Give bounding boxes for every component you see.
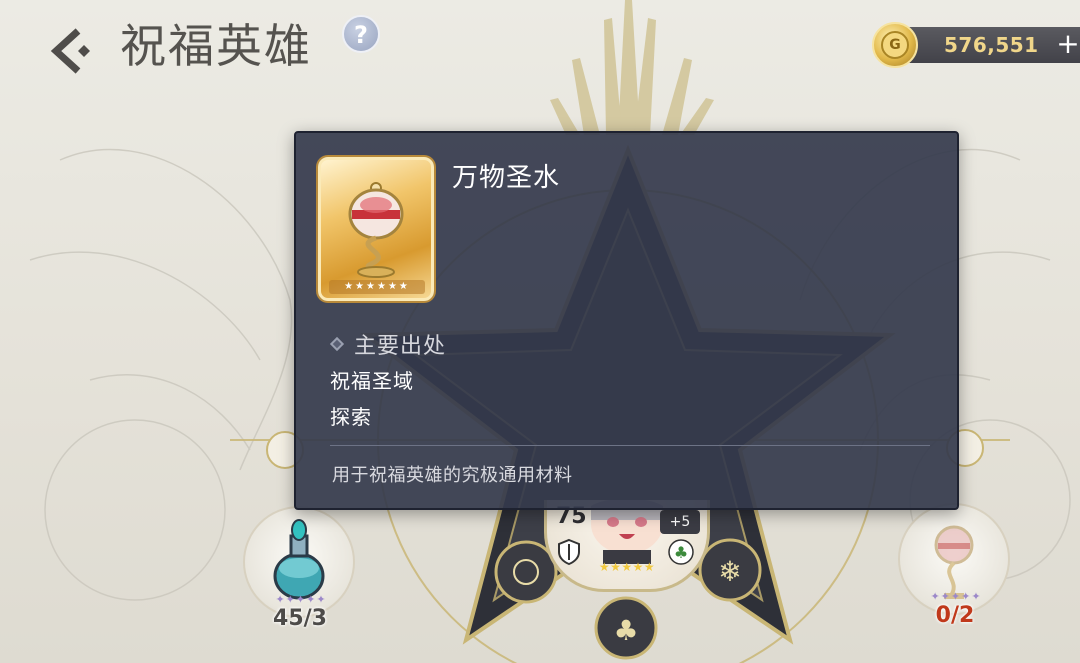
svg-text:♣: ♣: [674, 543, 688, 562]
source-link-explore[interactable]: 探索: [330, 401, 372, 430]
material-count: 0/2: [935, 603, 975, 628]
material-slot-potion[interactable]: ✦✦✦✦✦ 45/3: [243, 506, 355, 631]
material-slot-holy-water[interactable]: ✦✦✦✦✦ 0/2: [898, 503, 1010, 628]
hero-bonus-badge: +5: [660, 510, 700, 534]
item-tooltip[interactable]: ★★★★★★ 万物圣水 主要出处 祝福圣域 探索 用于祝福英雄的究极通用材料: [294, 131, 959, 510]
item-card: ★★★★★★: [318, 157, 434, 301]
slot-stars: ✦✦✦✦✦: [275, 593, 327, 606]
slot-stars: ✦✦✦✦✦: [930, 590, 982, 603]
gold-coin-icon: G: [872, 22, 918, 68]
add-gold-button[interactable]: +: [1056, 26, 1080, 62]
back-button[interactable]: [44, 24, 96, 78]
shield-icon: [558, 538, 580, 566]
divider: [330, 445, 930, 446]
source-link-blessing-sanctuary[interactable]: 祝福圣域: [330, 365, 414, 394]
source-title: 主要出处: [354, 334, 447, 359]
hero-stars: ★★★★★: [598, 560, 656, 574]
gold-currency: G 576,551 +: [872, 22, 1080, 68]
svg-text:❄: ❄: [718, 555, 741, 588]
coin-letter: G: [881, 31, 909, 59]
page-title: 祝福英雄: [120, 19, 312, 73]
gold-amount: 576,551: [944, 33, 1039, 57]
diamond-bullet-icon: [329, 336, 345, 352]
source-header: 主要出处: [329, 329, 447, 359]
item-name: 万物圣水: [452, 163, 561, 193]
holy-water-icon: [348, 182, 404, 278]
svg-text:♣: ♣: [613, 614, 638, 647]
item-stars: ★★★★★★: [329, 280, 425, 294]
help-button[interactable]: ?: [342, 15, 380, 53]
material-count: 45/3: [273, 606, 327, 631]
clover-icon: ♣: [668, 539, 694, 565]
item-description: 用于祝福英雄的究极通用材料: [332, 465, 573, 486]
chevron-left-icon: [50, 28, 90, 74]
